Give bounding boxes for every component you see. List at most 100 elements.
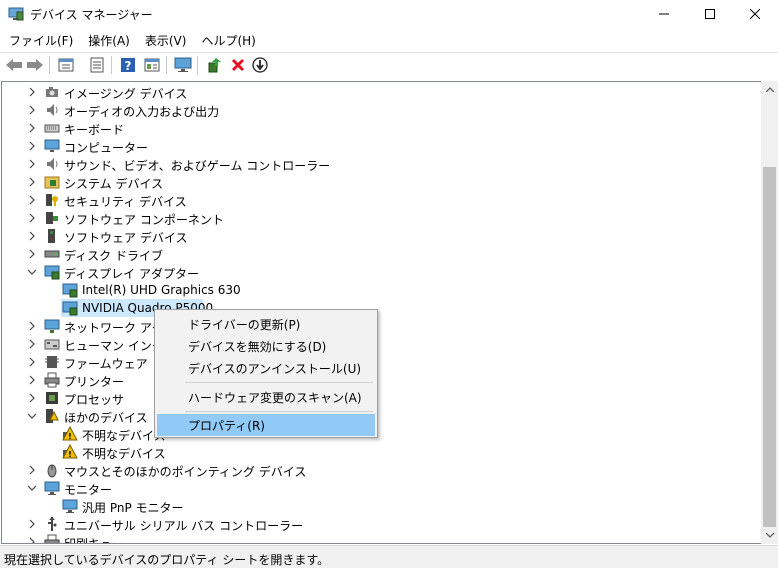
chevron-right-icon[interactable] xyxy=(27,105,37,115)
help-button[interactable]: ? xyxy=(118,55,138,75)
forward-button[interactable] xyxy=(25,55,45,75)
chevron-right-icon[interactable] xyxy=(27,159,37,169)
menu-view[interactable]: 表示(V) xyxy=(136,29,193,51)
scroll-down-button[interactable] xyxy=(761,527,778,544)
tree-device[interactable]: ! 不明なデバイス xyxy=(2,425,761,443)
camera-icon xyxy=(46,87,58,97)
menu-file[interactable]: ファイル(F) xyxy=(0,29,79,51)
chevron-right-icon[interactable] xyxy=(27,213,37,223)
tree-category[interactable]: ソフトウェア デバイス xyxy=(2,227,761,245)
context-disable-device[interactable]: デバイスを無効にする(D) xyxy=(157,335,375,357)
processor-icon xyxy=(46,392,58,404)
minimize-button[interactable] xyxy=(641,0,687,28)
menu-action[interactable]: 操作(A) xyxy=(79,29,136,51)
chevron-right-icon[interactable] xyxy=(27,249,37,259)
tree-item-label: ほかのデバイス xyxy=(64,411,148,425)
tree-category[interactable]: ヒューマン インターフェイス デバイス xyxy=(2,335,761,353)
chevron-right-icon[interactable] xyxy=(27,321,37,331)
back-button[interactable] xyxy=(4,55,24,75)
scrollbar-thumb[interactable] xyxy=(763,167,776,527)
tree-category[interactable]: マウスとそのほかのポインティング デバイス xyxy=(2,461,761,479)
tree-category[interactable]: モニター xyxy=(2,479,761,497)
scan-icon xyxy=(252,57,268,73)
tree-category[interactable]: セキュリティ デバイス xyxy=(2,191,761,209)
tree-category[interactable]: イメージング デバイス xyxy=(2,83,761,101)
tree-category[interactable]: ソフトウェア コンポーネント xyxy=(2,209,761,227)
context-uninstall-device[interactable]: デバイスのアンインストール(U) xyxy=(157,357,375,379)
status-bar: 現在選択しているデバイスのプロパティ シートを開きます。 xyxy=(0,545,778,568)
chevron-right-icon[interactable] xyxy=(27,231,37,241)
status-text: 現在選択しているデバイスのプロパティ シートを開きます。 xyxy=(4,553,330,567)
list-view-icon xyxy=(90,57,104,73)
tree-category[interactable]: オーディオの入力および出力 xyxy=(2,101,761,119)
context-scan-hardware[interactable]: ハードウェア変更のスキャン(A) xyxy=(157,386,375,408)
maximize-button[interactable] xyxy=(687,0,733,28)
back-icon xyxy=(6,59,22,71)
menu-bar: ファイル(F) 操作(A) 表示(V) ヘルプ(H) xyxy=(0,29,778,51)
update-driver-icon xyxy=(208,58,221,73)
scroll-up-button[interactable] xyxy=(761,81,778,98)
chevron-right-icon[interactable] xyxy=(27,375,37,385)
tree-category[interactable]: システム デバイス xyxy=(2,173,761,191)
chevron-right-icon[interactable] xyxy=(27,357,37,367)
chevron-right-icon[interactable] xyxy=(27,393,37,403)
device-manager-app-icon xyxy=(8,7,24,21)
chevron-down-icon[interactable] xyxy=(27,411,37,421)
uninstall-button[interactable] xyxy=(228,55,248,75)
device-tree[interactable]: イメージング デバイス オーディオの入力および出力 キーボード コンピューターサウンド… xyxy=(1,81,761,544)
tree-category[interactable]: サウンド、ビデオ、およびゲーム コントローラー xyxy=(2,155,761,173)
tree-category[interactable]: 印刷キュー xyxy=(2,533,761,544)
tree-device[interactable]: 汎用 PnP モニター xyxy=(2,497,761,515)
close-button[interactable] xyxy=(732,0,778,28)
scan-button[interactable] xyxy=(250,55,270,75)
tree-device[interactable]: ! 不明なデバイス xyxy=(2,443,761,461)
context-properties[interactable]: プロパティ(R) xyxy=(157,414,375,436)
tree-category[interactable]: ディスク ドライブ xyxy=(2,245,761,263)
tree-category[interactable]: ファームウェア xyxy=(2,353,761,371)
firmware-icon xyxy=(45,356,59,368)
display-adapter-icon xyxy=(62,301,78,316)
chevron-right-icon[interactable] xyxy=(27,519,37,529)
tree-category[interactable]: ユニバーサル シリアル バス コントローラー xyxy=(2,515,761,533)
chevron-right-icon[interactable] xyxy=(27,123,37,133)
tree-category[interactable]: コンピューター xyxy=(2,137,761,155)
tree-item-label: 不明なデバイス xyxy=(82,447,166,461)
tree-category[interactable]: ほかのデバイス xyxy=(2,407,761,425)
network-icon xyxy=(44,319,60,333)
tree-category[interactable]: プロセッサ xyxy=(2,389,761,407)
context-update-driver[interactable]: ドライバーの更新(P) xyxy=(157,313,375,335)
speaker-icon xyxy=(47,158,58,170)
printer-icon xyxy=(44,534,60,543)
context-separator xyxy=(185,382,373,383)
chevron-right-icon[interactable] xyxy=(27,87,37,97)
tree-device[interactable]: NVIDIA Quadro P5000 xyxy=(2,299,761,317)
chevron-right-icon[interactable] xyxy=(27,339,37,349)
tree-device[interactable]: Intel(R) UHD Graphics 630 xyxy=(2,281,761,299)
properties-view-button[interactable] xyxy=(56,55,76,75)
monitor-icon xyxy=(62,499,78,513)
chevron-right-icon[interactable] xyxy=(27,195,37,205)
tree-item-label: ファームウェア xyxy=(64,357,148,371)
chevron-down-icon[interactable] xyxy=(27,267,37,277)
tree-category[interactable]: ディスプレイ アダプター xyxy=(2,263,761,281)
vertical-scrollbar[interactable] xyxy=(761,81,778,544)
chevron-right-icon[interactable] xyxy=(27,177,37,187)
details-button[interactable] xyxy=(142,55,162,75)
tree-category[interactable]: ネットワーク アダプター xyxy=(2,317,761,335)
chevron-right-icon[interactable] xyxy=(27,537,37,544)
monitor-button[interactable] xyxy=(173,55,193,75)
tree-category[interactable]: キーボード xyxy=(2,119,761,137)
list-view-button[interactable] xyxy=(87,55,107,75)
chevron-right-icon[interactable] xyxy=(27,465,37,475)
tree-item-label: サウンド、ビデオ、およびゲーム コントローラー xyxy=(64,159,331,173)
chevron-right-icon[interactable] xyxy=(27,141,37,151)
speaker-icon xyxy=(47,104,58,116)
update-driver-button[interactable] xyxy=(204,55,224,75)
chevron-down-icon[interactable] xyxy=(27,483,37,493)
security-key-icon xyxy=(46,194,58,206)
tree-category[interactable]: プリンター xyxy=(2,371,761,389)
tree-item-label: モニター xyxy=(64,483,113,497)
title-bar[interactable]: デバイス マネージャー xyxy=(0,0,778,28)
menu-help[interactable]: ヘルプ(H) xyxy=(192,29,261,51)
monitor-icon xyxy=(44,481,60,495)
